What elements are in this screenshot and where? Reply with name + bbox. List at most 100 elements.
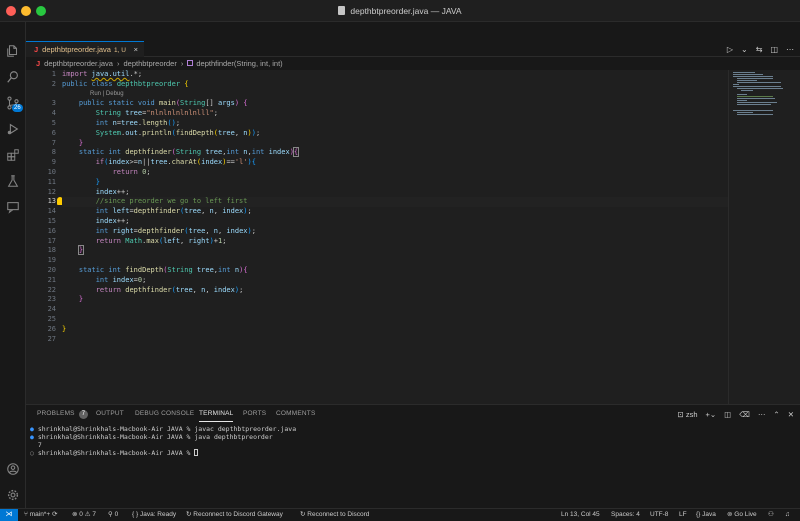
editor-actions: ▷ ⌄ ⇆ ◫ ⋯: [727, 41, 794, 57]
discord-status[interactable]: ↻ Reconnect to Discord: [300, 509, 369, 521]
ports-status[interactable]: ⚲ 0: [108, 509, 118, 521]
code-line: public static void main(String[] args) {: [78, 99, 248, 108]
code-line: static int findDepth(String tree,int n){: [78, 265, 248, 274]
warning-icon: ⚠: [84, 511, 91, 518]
notifications-bell-icon[interactable]: ♫: [785, 509, 790, 521]
split-terminal-icon[interactable]: ◫: [724, 410, 731, 419]
more-actions-icon[interactable]: ⋯: [758, 410, 766, 419]
new-terminal-icon[interactable]: +⌄: [706, 410, 717, 419]
sync-icon: ⟳: [51, 511, 58, 518]
testing-icon[interactable]: [0, 168, 26, 194]
breadcrumb-file[interactable]: depthbtpreorder.java: [44, 59, 113, 68]
branch-status[interactable]: ⑂ main*+ ⟳: [24, 509, 57, 521]
explorer-icon[interactable]: [0, 38, 26, 64]
breadcrumb-class[interactable]: depthbtpreorder: [123, 59, 176, 68]
code-line: index++;: [95, 216, 130, 225]
tab-terminal[interactable]: TERMINAL: [199, 405, 234, 422]
close-panel-icon[interactable]: ✕: [788, 410, 794, 419]
cursor-position[interactable]: Ln 13, Col 45: [561, 509, 600, 521]
tab-depthbtpreorder[interactable]: Jdepthbtpreorder.java 1, U ×: [26, 41, 144, 57]
tab-debug-console[interactable]: DEBUG CONSOLE: [135, 405, 194, 423]
title-bar: depthbtpreorder.java — JAVA: [0, 0, 800, 22]
java-file-icon: J: [34, 45, 39, 54]
terminal-line: ○ shrinkhal@Shrinkhals-Macbook-Air JAVA …: [30, 449, 800, 457]
more-actions-icon[interactable]: ⋯: [786, 45, 794, 54]
terminal-icon: ⊡: [677, 409, 684, 419]
tab-ports[interactable]: PORTS: [243, 405, 266, 423]
breadcrumb: Jdepthbtpreorder.java › depthbtpreorder › de…: [26, 58, 800, 70]
code-line: public class depthbtpreorder {: [62, 79, 189, 88]
braces-icon: {}: [696, 511, 701, 518]
code-line: }: [95, 177, 100, 186]
editor-tab-bar: Jdepthbtpreorder.java 1, U × ▷ ⌄ ⇆ ◫ ⋯: [26, 41, 800, 57]
breadcrumb-method[interactable]: depthfinder(String, int, int): [196, 59, 282, 68]
settings-gear-icon[interactable]: [0, 482, 26, 508]
code-line: return Math.max(left, right)+1;: [95, 236, 227, 245]
terminal-cursor: [194, 449, 199, 456]
code-content[interactable]: import java.util.*; public class depthbt…: [62, 70, 728, 344]
accounts-icon[interactable]: [0, 456, 26, 482]
java-status[interactable]: { } Java: Ready: [132, 509, 176, 521]
tab-problems[interactable]: PROBLEMS 7: [37, 405, 89, 423]
code-line: if(index>=n||tree.charAt(index)=='l'){: [95, 158, 256, 167]
run-debug-icon[interactable]: [0, 116, 26, 142]
terminal-line: ● shrinkhal@Shrinkhals-Macbook-Air JAVA …: [30, 433, 273, 441]
window-title: depthbtpreorder.java — JAVA: [0, 0, 800, 22]
code-line-active: //since preorder we go to left first: [62, 197, 728, 208]
copilot-icon[interactable]: ⚇: [768, 509, 774, 521]
split-editor-icon[interactable]: ◫: [770, 45, 778, 54]
radio-tower-icon: ⚲: [108, 511, 113, 518]
code-line: int index=0;: [95, 275, 147, 284]
chevron-right-icon: ›: [116, 59, 120, 68]
remote-indicator-icon[interactable]: ⋊: [0, 509, 18, 521]
java-status-icon: { }: [132, 511, 139, 518]
code-line: }: [78, 295, 84, 304]
terminal-line: ● shrinkhal@Shrinkhals-Macbook-Air JAVA …: [30, 425, 297, 433]
tab-close-icon[interactable]: ×: [134, 42, 138, 57]
code-line: }: [78, 138, 84, 147]
kill-terminal-icon[interactable]: ⌫: [739, 410, 750, 419]
run-icon[interactable]: ▷: [727, 45, 733, 54]
terminal-output[interactable]: ● shrinkhal@Shrinkhals-Macbook-Air JAVA …: [26, 425, 800, 457]
method-cube-icon: [187, 60, 194, 66]
activity-bar: 26: [0, 22, 26, 508]
extensions-icon[interactable]: [0, 142, 26, 168]
remote-explorer-icon[interactable]: [0, 194, 26, 220]
code-line: return 0;: [112, 167, 151, 176]
tab-output[interactable]: OUTPUT: [96, 405, 124, 423]
status-bar: ⋊ ⑂ main*+ ⟳ ⊗ 0 ⚠ 7 ⚲ 0 { } Java: Ready…: [0, 508, 800, 521]
refresh-icon: ↻: [186, 511, 192, 518]
code-editor[interactable]: 1 2 3 4 5 6 7 8 9 10 11 12 13 14 15 16 1…: [26, 70, 728, 404]
broadcast-icon: ⊚: [727, 511, 733, 518]
problems-count-badge: 7: [78, 410, 89, 419]
terminal-shell-selector[interactable]: ⊡ zsh: [677, 410, 697, 419]
code-line: System.out.println(findDepth(tree, n));: [95, 128, 261, 137]
code-line: }: [77, 245, 85, 256]
run-dropdown-chevron-icon[interactable]: ⌄: [741, 45, 748, 54]
search-icon[interactable]: [0, 64, 26, 90]
source-control-icon[interactable]: 26: [0, 90, 26, 116]
open-changes-icon[interactable]: ⇆: [756, 45, 763, 54]
java-file-icon: J: [36, 59, 41, 68]
go-live-button[interactable]: ⊚ Go Live: [727, 509, 757, 521]
language-mode[interactable]: {} Java: [696, 509, 716, 521]
code-line: String tree="nlnlnlnlnlnlll";: [95, 109, 218, 118]
eol-status[interactable]: LF: [679, 509, 687, 521]
terminal-line: 7: [37, 441, 42, 449]
panel-actions: ⊡ zsh +⌄ ◫ ⌫ ⋯ ⌃ ✕: [677, 405, 794, 423]
maximize-panel-icon[interactable]: ⌃: [773, 410, 779, 419]
code-line: }: [62, 324, 67, 333]
refresh-icon: ↻: [300, 511, 306, 518]
problems-status[interactable]: ⊗ 0 ⚠ 7: [72, 509, 96, 521]
tab-comments[interactable]: COMMENTS: [276, 405, 316, 423]
line-number-gutter: 1 2 3 4 5 6 7 8 9 10 11 12 13 14 15 16 1…: [47, 70, 56, 343]
discord-gateway-status[interactable]: ↻ Reconnect to Discord Gateway: [186, 509, 283, 521]
code-line: return depthfinder(tree, n, index);: [95, 285, 244, 294]
minimap[interactable]: [728, 70, 800, 404]
encoding-status[interactable]: UTF-8: [650, 509, 668, 521]
chevron-right-icon: ›: [180, 59, 184, 68]
indentation-status[interactable]: Spaces: 4: [611, 509, 640, 521]
codelens-run-debug[interactable]: Run | Debug: [62, 90, 728, 100]
